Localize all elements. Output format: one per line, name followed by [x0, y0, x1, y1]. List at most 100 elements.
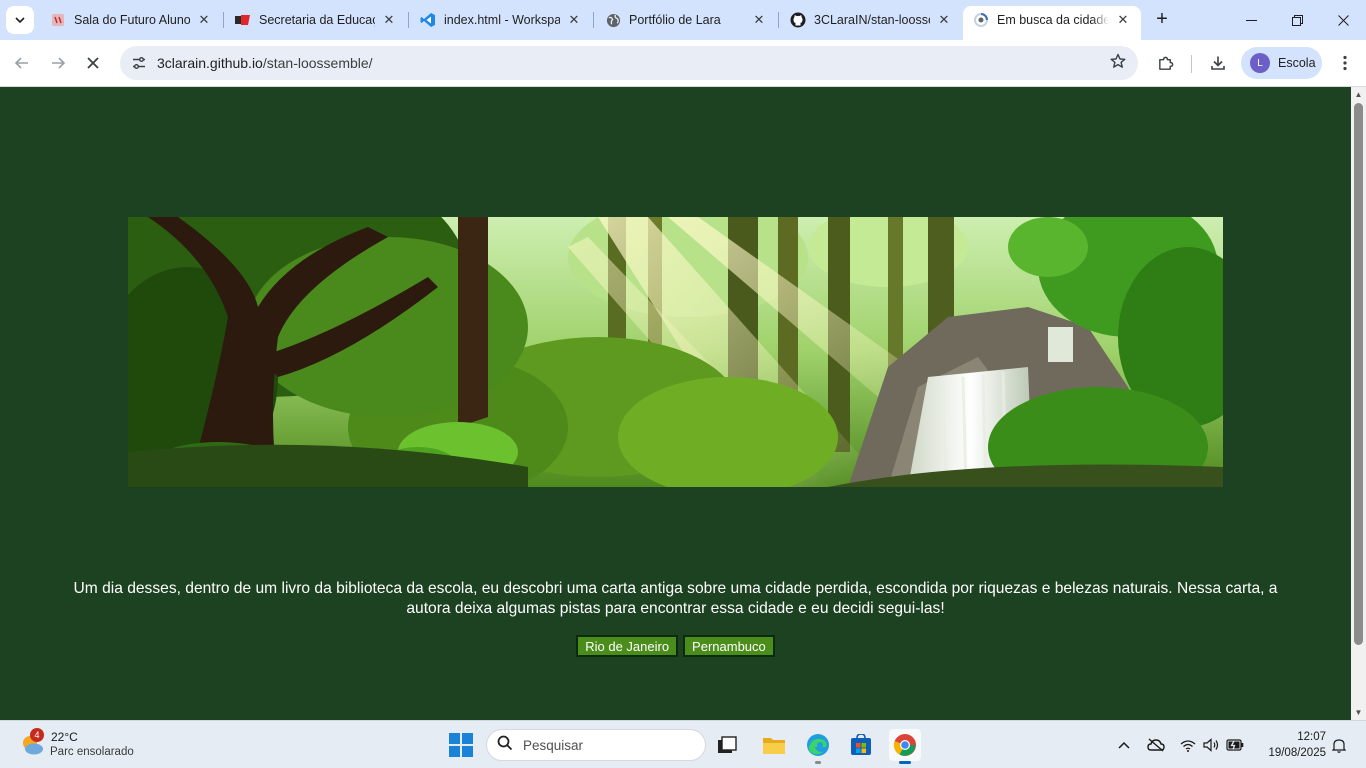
tab-title: Portfólio de Lara [629, 13, 721, 27]
close-icon[interactable]: ✕ [566, 12, 582, 28]
tab-separator [223, 12, 224, 28]
tab-title: 3CLaraIN/stan-loossemble [814, 13, 930, 27]
window-close-button[interactable] [1320, 0, 1366, 40]
chrome-icon [893, 734, 916, 756]
minimize-icon [1245, 19, 1257, 21]
chrome-button[interactable] [889, 729, 921, 764]
web-page: Um dia desses, dentro de um livro da bib… [0, 87, 1351, 720]
task-view-icon [718, 736, 737, 753]
tab-em-busca-cidade[interactable]: Em busca da cidade perdida ✕ [963, 6, 1141, 40]
profile-name: Escola [1278, 56, 1316, 70]
vertical-scrollbar[interactable]: ▲ ▼ [1351, 87, 1366, 720]
edge-icon [807, 734, 829, 756]
tab-sala-do-futuro[interactable]: Sala do Futuro Aluno ✕ [40, 6, 222, 34]
tab-separator [593, 12, 594, 28]
bell-icon [1332, 738, 1346, 753]
tab-separator [408, 12, 409, 28]
chevron-up-icon [1118, 741, 1130, 749]
puzzle-icon [1158, 56, 1173, 70]
chevron-down-icon [15, 17, 25, 24]
wifi-icon [1180, 739, 1196, 752]
pernambuco-button[interactable]: Pernambuco [683, 635, 775, 657]
close-icon[interactable]: ✕ [381, 12, 397, 28]
onedrive-offline-button[interactable] [1146, 735, 1166, 755]
battery-button[interactable] [1225, 735, 1245, 755]
microsoft-store-button[interactable] [845, 729, 877, 761]
browser-toolbar: 3clarain.github.io/stan-loossemble/ L Es… [0, 40, 1366, 87]
profile-button[interactable]: L Escola [1241, 47, 1322, 79]
stop-loading-button[interactable] [78, 48, 108, 78]
secretaria-favicon-icon [235, 12, 251, 28]
vscode-favicon-icon [420, 12, 436, 28]
scroll-down-arrow-icon[interactable]: ▼ [1354, 708, 1363, 717]
running-indicator [815, 761, 821, 764]
battery-charging-icon [1226, 739, 1244, 751]
close-icon[interactable]: ✕ [751, 12, 767, 28]
scrollbar-thumb[interactable] [1354, 103, 1363, 645]
system-clock[interactable]: 12:07 19/08/2025 [1250, 729, 1326, 761]
task-view-button[interactable] [711, 729, 743, 761]
scroll-up-arrow-icon[interactable]: ▲ [1354, 90, 1363, 99]
rio-de-janeiro-button[interactable]: Rio de Janeiro [576, 635, 679, 657]
url-path: /stan-loossemble/ [262, 55, 373, 71]
more-vertical-icon [1343, 55, 1347, 71]
browser-menu-button[interactable] [1332, 50, 1358, 76]
close-icon [1337, 14, 1349, 26]
close-icon [87, 57, 99, 69]
volume-icon [1202, 738, 1218, 752]
weather-alert-badge: 4 [30, 728, 44, 742]
close-icon[interactable]: ✕ [196, 12, 212, 28]
volume-button[interactable] [1201, 735, 1221, 755]
tab-title: Sala do Futuro Aluno [74, 13, 190, 27]
file-explorer-button[interactable] [758, 729, 790, 761]
loading-spinner-icon [973, 12, 989, 28]
show-hidden-icons-button[interactable] [1114, 735, 1134, 755]
site-info-icon[interactable] [130, 54, 148, 72]
arrow-left-icon [14, 57, 28, 69]
restore-button[interactable] [1274, 0, 1320, 40]
weather-description: Parc ensolarado [50, 746, 134, 758]
tab-vscode-workspace[interactable]: index.html - Workspace ✕ [410, 6, 592, 34]
taskbar-search[interactable]: Pesquisar [486, 729, 706, 761]
avatar: L [1250, 53, 1270, 73]
start-button[interactable] [449, 733, 473, 757]
windows-logo-icon [449, 733, 473, 757]
story-paragraph: Um dia desses, dentro de um livro da bib… [73, 580, 1278, 617]
search-icon [497, 735, 513, 755]
new-tab-button[interactable]: + [1150, 8, 1174, 32]
store-icon [851, 734, 871, 755]
notifications-button[interactable] [1329, 735, 1349, 755]
restore-icon [1291, 14, 1303, 26]
tab-search-button[interactable] [6, 6, 34, 34]
forward-button[interactable] [43, 48, 73, 78]
clock-date: 19/08/2025 [1268, 747, 1326, 759]
jungle-waterfall-banner [128, 217, 1223, 487]
tab-title: index.html - Workspace [444, 13, 560, 27]
close-icon[interactable]: ✕ [936, 12, 952, 28]
tab-secretaria-educacao[interactable]: Secretaria da Educação ✕ [225, 6, 407, 34]
extensions-button[interactable] [1152, 50, 1178, 76]
arrow-right-icon [52, 57, 66, 69]
github-icon [790, 12, 806, 28]
minimize-button[interactable] [1228, 0, 1274, 40]
url-host: 3clarain.github.io [157, 55, 263, 71]
edge-browser-button[interactable] [802, 729, 834, 764]
globe-icon [605, 12, 621, 28]
wifi-button[interactable] [1178, 735, 1198, 755]
folder-icon [763, 738, 785, 754]
tab-github-repo[interactable]: 3CLaraIN/stan-loossemble ✕ [780, 6, 962, 34]
address-bar[interactable]: 3clarain.github.io/stan-loossemble/ [120, 46, 1138, 80]
close-icon[interactable]: ✕ [1115, 12, 1131, 28]
bookmark-star-icon[interactable] [1110, 53, 1126, 74]
tab-portfolio-lara[interactable]: Portfólio de Lara ✕ [595, 6, 777, 34]
active-indicator [899, 761, 911, 764]
back-button[interactable] [7, 48, 37, 78]
tab-separator [778, 12, 779, 28]
downloads-button[interactable] [1205, 50, 1231, 76]
url-text[interactable]: 3clarain.github.io/stan-loossemble/ [157, 55, 373, 71]
tab-title: Secretaria da Educação [259, 13, 375, 27]
toolbar-separator [1191, 55, 1192, 73]
tab-title: Em busca da cidade perdida [997, 13, 1109, 27]
weather-widget[interactable]: 4 22°C Parc ensolarado [18, 728, 178, 762]
search-placeholder: Pesquisar [523, 737, 584, 753]
